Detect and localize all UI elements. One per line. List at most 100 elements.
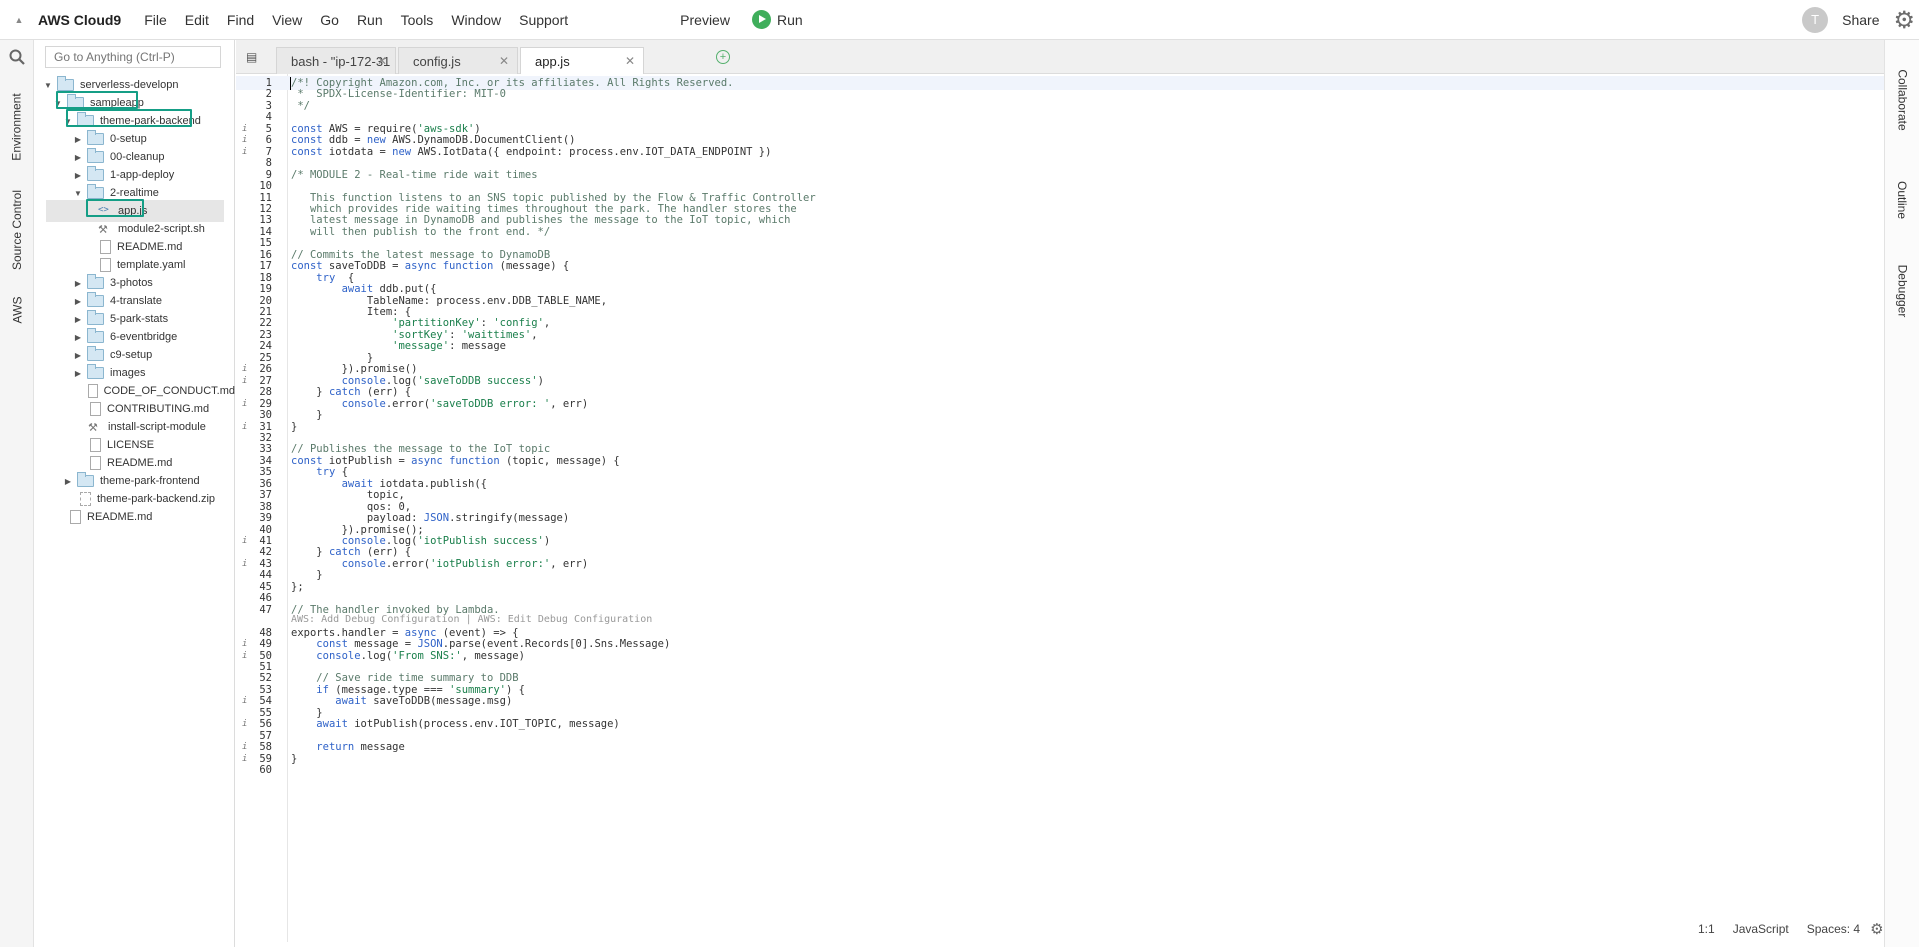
preview-button[interactable]: Preview: [680, 12, 730, 28]
menu-view[interactable]: View: [263, 12, 311, 28]
tab-debugger-label: Debugger: [1895, 264, 1910, 318]
folder-icon: [87, 364, 104, 379]
run-label: Run: [776, 11, 803, 28]
tree-item-label: CONTRIBUTING.md: [107, 403, 210, 415]
tree-item-label: 0-setup: [110, 133, 147, 145]
caret-right-icon[interactable]: ▶: [73, 297, 83, 306]
tree-file[interactable]: README.md: [35, 506, 235, 528]
tree-item-label: images: [110, 367, 146, 379]
tree-item-label: README.md: [107, 457, 173, 469]
zip-file-icon: [80, 492, 91, 506]
highlight-box: [66, 109, 192, 127]
tab-list-icon[interactable]: ▤: [246, 50, 257, 64]
menu-run[interactable]: Run: [348, 12, 392, 28]
menu-tools[interactable]: Tools: [392, 12, 443, 28]
left-panel-rail: Environment Source Control AWS: [0, 40, 34, 947]
tree-item-label: 2-realtime: [110, 187, 159, 199]
folder-icon: [87, 328, 104, 343]
indentation[interactable]: Spaces: 4: [1807, 922, 1860, 936]
tree-item-label: module2-script.sh: [118, 223, 205, 235]
tab-app-js[interactable]: app.js ✕: [520, 47, 644, 74]
tree-item-label: 4-translate: [110, 295, 162, 307]
tree-item-label: theme-park-backend.zip: [97, 493, 216, 505]
script-file-icon: ⚒: [88, 421, 98, 434]
goto-anything-input[interactable]: [45, 46, 221, 68]
collapse-menu-icon[interactable]: ▲: [0, 15, 38, 25]
gear-icon[interactable]: ⚙: [1870, 920, 1883, 938]
close-icon[interactable]: ✕: [625, 54, 635, 68]
tab-source-control[interactable]: Source Control: [0, 180, 34, 280]
folder-icon: [87, 274, 104, 289]
gear-icon[interactable]: ⚙: [1893, 6, 1915, 35]
folder-icon: [57, 76, 74, 91]
tree-item-label: 1-app-deploy: [110, 169, 175, 181]
status-bar: 1:1 JavaScript Spaces: 4 ⚙: [1680, 917, 1884, 941]
menu-window[interactable]: Window: [442, 12, 510, 28]
tab-collaborate[interactable]: Collaborate: [1885, 50, 1919, 150]
tree-item-label: 00-cleanup: [110, 151, 165, 163]
editor-tab-bar: ▤ bash - "ip-172-31 ✕ config.js ✕ app.js…: [236, 40, 1884, 74]
tab-outline[interactable]: Outline: [1885, 160, 1919, 240]
folder-icon: [77, 472, 94, 487]
tree-item-label: serverless-developn: [80, 79, 179, 91]
tab-environment[interactable]: Environment: [0, 82, 34, 172]
file-icon: [100, 240, 111, 254]
file-icon: [70, 510, 81, 524]
file-tree-panel: ▼serverless-developn▼sampleapp▼theme-par…: [35, 40, 235, 947]
file-icon: [88, 384, 98, 398]
tab-bash[interactable]: bash - "ip-172-31 ✕: [276, 47, 396, 74]
menu-go[interactable]: Go: [311, 12, 348, 28]
caret-right-icon[interactable]: ▶: [73, 315, 83, 324]
menu-find[interactable]: Find: [218, 12, 263, 28]
code-line[interactable]: 60: [236, 763, 1884, 777]
caret-right-icon[interactable]: ▶: [73, 171, 83, 180]
code-editor[interactable]: 1/*! Copyright Amazon.com, Inc. or its a…: [236, 74, 1884, 942]
caret-down-icon[interactable]: ▼: [73, 189, 83, 198]
folder-icon: [87, 184, 104, 199]
folder-icon: [87, 148, 104, 163]
file-icon: [90, 402, 101, 416]
share-button[interactable]: Share: [1842, 12, 1879, 28]
close-icon[interactable]: ✕: [499, 54, 509, 68]
folder-icon: [87, 292, 104, 307]
caret-down-icon[interactable]: ▼: [43, 81, 53, 90]
tab-source-control-label: Source Control: [10, 189, 25, 271]
cursor-position[interactable]: 1:1: [1698, 922, 1715, 936]
avatar[interactable]: T: [1802, 7, 1829, 33]
highlight-box: [86, 199, 144, 217]
line-number: 60: [259, 764, 272, 776]
tree-item-label: c9-setup: [110, 349, 153, 361]
search-icon[interactable]: [0, 40, 34, 74]
tab-environment-label: Environment: [10, 93, 24, 161]
folder-icon: [87, 310, 104, 325]
tab-debugger[interactable]: Debugger: [1885, 246, 1919, 336]
caret-right-icon[interactable]: ▶: [73, 333, 83, 342]
menu-file[interactable]: File: [135, 12, 176, 28]
tree-item-label: CODE_OF_CONDUCT.md: [103, 385, 235, 397]
caret-right-icon[interactable]: ▶: [73, 153, 83, 162]
tab-aws[interactable]: AWS: [0, 290, 34, 330]
file-icon: [90, 456, 101, 470]
menu-edit[interactable]: Edit: [176, 12, 218, 28]
app-brand[interactable]: AWS Cloud9: [38, 12, 121, 28]
tab-outline-label: Outline: [1895, 180, 1910, 220]
caret-right-icon[interactable]: ▶: [63, 477, 73, 486]
run-button[interactable]: Run: [751, 10, 803, 29]
tab-config-js[interactable]: config.js ✕: [398, 47, 518, 74]
tab-bash-label: bash - "ip-172-31: [291, 53, 391, 69]
caret-right-icon[interactable]: ▶: [73, 279, 83, 288]
close-icon[interactable]: ✕: [377, 54, 387, 68]
menu-support[interactable]: Support: [510, 12, 577, 28]
tree-item-label: template.yaml: [117, 259, 186, 271]
tree-item-label: README.md: [87, 511, 153, 523]
tree-item-label: install-script-module: [108, 421, 206, 433]
language-mode[interactable]: JavaScript: [1733, 922, 1789, 936]
line-number: 47: [259, 603, 272, 616]
tab-aws-label: AWS: [9, 296, 24, 324]
caret-right-icon[interactable]: ▶: [73, 351, 83, 360]
caret-right-icon[interactable]: ▶: [73, 135, 83, 144]
add-tab-icon[interactable]: +: [716, 50, 730, 64]
play-icon: [751, 10, 771, 29]
caret-right-icon[interactable]: ▶: [73, 369, 83, 378]
file-icon: [90, 438, 101, 452]
